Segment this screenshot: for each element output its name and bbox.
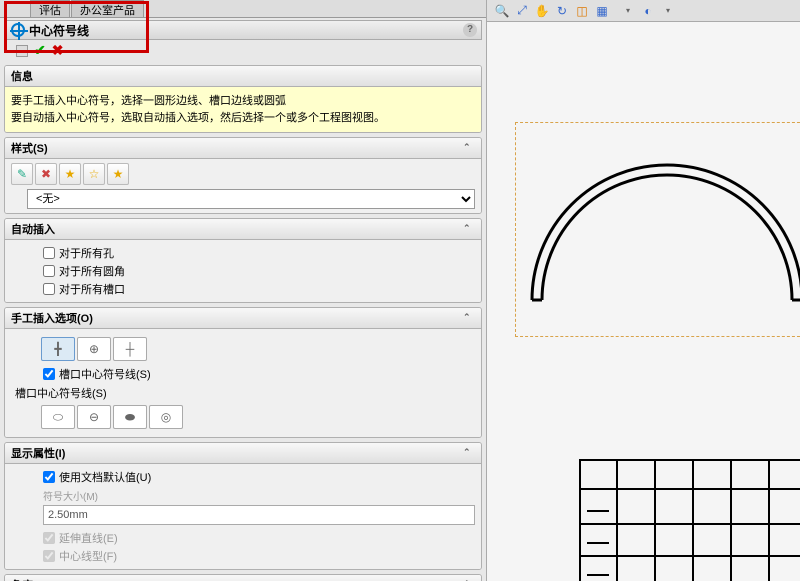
section-manual-title: 手工插入选项(O) (11, 310, 93, 326)
cancel-button[interactable]: ✖ (52, 42, 64, 59)
section-manual: 手工插入选项(O) ⌃ ╋ ⊕ ┼ 槽口中心符号线(S) 槽口中心符号线(S) … (4, 307, 482, 438)
section-info-title: 信息 (11, 68, 33, 84)
slot-type-4[interactable]: ◎ (149, 405, 183, 429)
section-style-title: 样式(S) (11, 140, 48, 156)
section-autoinsert-header[interactable]: 自动插入 ⌃ (5, 219, 481, 240)
chk-slot-center[interactable] (43, 368, 55, 380)
collapse-icon[interactable]: ⌃ (463, 312, 475, 324)
table-geometry (579, 459, 800, 581)
collapse-icon[interactable]: ⌃ (463, 447, 475, 459)
info-line2: 要自动插入中心符号，选取自动插入选项，然后选择一个或多个工程图视图。 (11, 110, 475, 127)
style-delete-btn[interactable]: ✖ (35, 163, 57, 185)
ok-button[interactable]: ✔ (34, 42, 46, 59)
chk-use-doc[interactable] (43, 471, 55, 483)
rotate-icon[interactable]: ↻ (553, 2, 571, 20)
section-info: 信息 要手工插入中心符号，选择一圆形边线、槽口边线或圆弧 要自动插入中心符号，选… (4, 65, 482, 133)
zoom-icon[interactable]: 🔍 (493, 2, 511, 20)
view-toolbar: 🔍 ⤢ ✋ ↻ ◫ ▦ ▾ ◐ ▾ (487, 0, 800, 22)
section-angle-title: 角度(A) (11, 577, 48, 581)
section-display-header[interactable]: 显示属性(I) ⌃ (5, 443, 481, 464)
slot-type-3[interactable]: ⬬ (113, 405, 147, 429)
command-title: 中心符号线 (29, 22, 89, 39)
section-angle-header[interactable]: 角度(A) ⌃ (5, 575, 481, 581)
mark-style-dot[interactable]: ⊕ (77, 337, 111, 361)
section-angle: 角度(A) ⌃ ↗ ▲ ▼ (4, 574, 482, 581)
center-mark-icon (11, 23, 25, 37)
arc-geometry (507, 125, 800, 325)
lbl-all-fillets: 对于所有圆角 (59, 263, 125, 279)
section-style: 样式(S) ⌃ ✎ ✖ ★ ☆ ★ <无> (4, 137, 482, 214)
help-icon[interactable]: ? (463, 23, 477, 37)
section-view-icon[interactable]: ◫ (573, 2, 591, 20)
view-dropdown2-icon[interactable]: ▾ (659, 2, 677, 20)
display-style-icon[interactable]: ▦ (593, 2, 611, 20)
pushpin-icon[interactable] (16, 45, 28, 57)
lbl-all-slots: 对于所有槽口 (59, 281, 125, 297)
chk-ext-lines (43, 532, 55, 544)
info-line1: 要手工插入中心符号，选择一圆形边线、槽口边线或圆弧 (11, 93, 475, 110)
slot-type-1[interactable]: ⬭ (41, 405, 75, 429)
style-dropdown[interactable]: <无> (27, 189, 475, 209)
scene-icon[interactable]: ◐ (639, 2, 657, 20)
pan-icon[interactable]: ✋ (533, 2, 551, 20)
section-autoinsert: 自动插入 ⌃ 对于所有孔 对于所有圆角 对于所有槽口 (4, 218, 482, 303)
style-addfav-btn[interactable]: ★ (59, 163, 81, 185)
drawing-canvas[interactable] (487, 22, 800, 581)
style-savefav-btn[interactable]: ★ (107, 163, 129, 185)
chk-all-fillets[interactable] (43, 265, 55, 277)
chk-all-slots[interactable] (43, 283, 55, 295)
lbl-size: 符号大小(M) (11, 486, 475, 505)
style-fav-btn[interactable]: ☆ (83, 163, 105, 185)
mark-style-line[interactable]: ┼ (113, 337, 147, 361)
zoom-fit-icon[interactable]: ⤢ (513, 2, 531, 20)
section-style-header[interactable]: 样式(S) ⌃ (5, 138, 481, 159)
slot-type-2[interactable]: ⊖ (77, 405, 111, 429)
lbl-use-doc: 使用文档默认值(U) (59, 469, 151, 485)
section-display: 显示属性(I) ⌃ 使用文档默认值(U) 符号大小(M) 延伸直线(E) 中心线… (4, 442, 482, 570)
chk-all-holes[interactable] (43, 247, 55, 259)
lbl-slot-center: 槽口中心符号线(S) (59, 366, 151, 382)
lbl-center-line: 中心线型(F) (59, 548, 117, 564)
section-autoinsert-title: 自动插入 (11, 221, 55, 237)
info-body: 要手工插入中心符号，选择一圆形边线、槽口边线或圆弧 要自动插入中心符号，选取自动… (5, 87, 481, 132)
tab-office[interactable]: 办公室产品 (71, 0, 144, 17)
size-input (43, 505, 475, 525)
lbl-slot-center-2: 槽口中心符号线(S) (11, 385, 475, 401)
section-manual-header[interactable]: 手工插入选项(O) ⌃ (5, 308, 481, 329)
chk-center-line (43, 550, 55, 562)
lbl-ext-lines: 延伸直线(E) (59, 530, 118, 546)
mark-style-cross[interactable]: ╋ (41, 337, 75, 361)
section-display-title: 显示属性(I) (11, 445, 65, 461)
lbl-all-holes: 对于所有孔 (59, 245, 114, 261)
style-apply-btn[interactable]: ✎ (11, 163, 33, 185)
tab-eval[interactable]: 评估 (30, 0, 70, 17)
collapse-icon[interactable]: ⌃ (463, 142, 475, 154)
view-dropdown-icon[interactable]: ▾ (619, 2, 637, 20)
command-header: 中心符号线 ? (4, 20, 482, 40)
style-toolbar: ✎ ✖ ★ ☆ ★ (11, 163, 475, 185)
collapse-icon[interactable]: ⌃ (463, 223, 475, 235)
section-info-header[interactable]: 信息 (5, 66, 481, 87)
